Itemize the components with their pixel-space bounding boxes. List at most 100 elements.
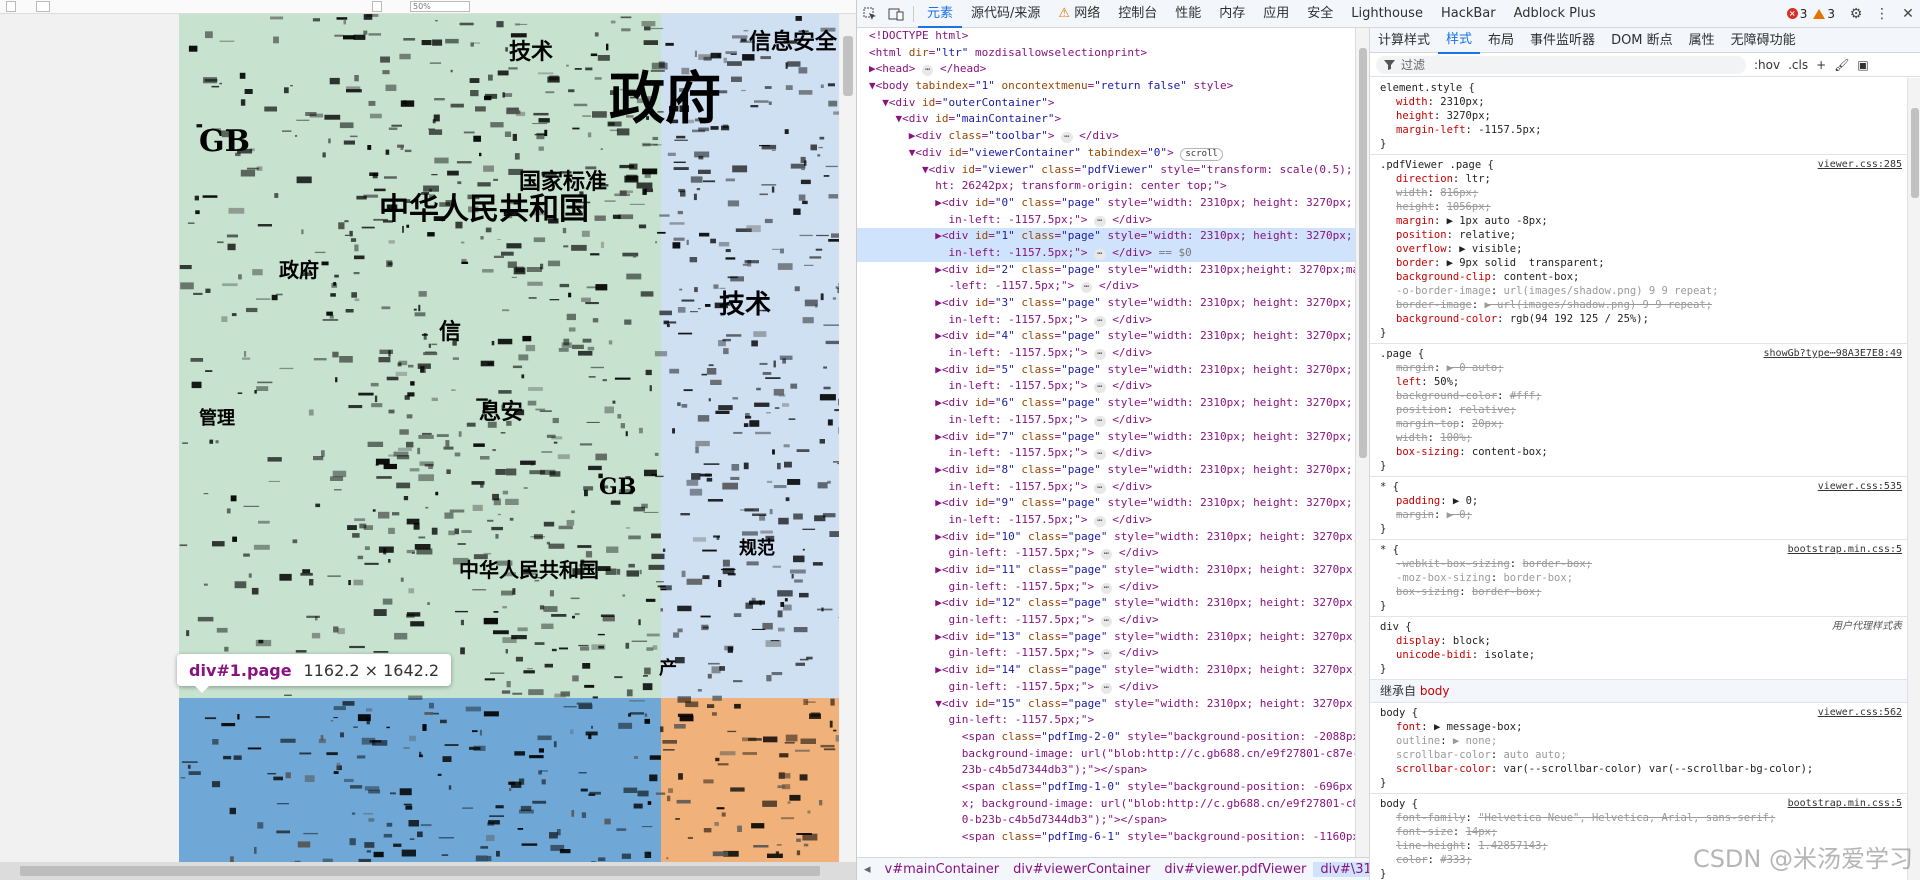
css-property[interactable]: font-size: 14px; bbox=[1380, 825, 1904, 839]
toggle-element-state-icon[interactable]: 🖌 bbox=[1834, 58, 1849, 72]
dom-node-line[interactable]: ▶<div id="3" class="page" style="width: … bbox=[857, 295, 1355, 312]
tab-4[interactable]: 性能 bbox=[1166, 0, 1210, 28]
css-property[interactable]: background-color: rgb(94 192 125 / 25%); bbox=[1380, 312, 1904, 326]
dom-node-line[interactable]: gin-left: -1157.5px;"> ⋯ </div> bbox=[857, 612, 1355, 629]
css-property[interactable]: margin-top: 20px; bbox=[1380, 417, 1904, 431]
css-property[interactable]: background-clip: content-box; bbox=[1380, 270, 1904, 284]
scroll-thumb[interactable] bbox=[843, 36, 853, 96]
tab-0[interactable]: 元素 bbox=[918, 0, 963, 28]
dom-node-line[interactable]: background-image: url("blob:http://c.gb6… bbox=[857, 746, 1355, 763]
scroll-thumb[interactable] bbox=[20, 866, 820, 876]
dom-node-line[interactable]: ▶<div id="1" class="page" style="width: … bbox=[857, 228, 1355, 245]
dom-node-line[interactable]: in-left: -1157.5px;"> ⋯ </div> bbox=[857, 512, 1355, 529]
dom-node-line[interactable]: ▶<div id="0" class="page" style="width: … bbox=[857, 195, 1355, 212]
filter-toggle[interactable]: :hov bbox=[1754, 58, 1780, 72]
style-rule[interactable]: .page {showGb?type⋯98A3E7E8:49 margin: ▶ … bbox=[1370, 344, 1908, 477]
css-property[interactable]: display: block; bbox=[1380, 634, 1904, 648]
dom-node-line[interactable]: ▶<div id="4" class="page" style="width: … bbox=[857, 328, 1355, 345]
css-property[interactable]: width: 100%; bbox=[1380, 431, 1904, 445]
dom-node-line[interactable]: ▶<div id="5" class="page" style="width: … bbox=[857, 362, 1355, 379]
dom-node-line[interactable]: in-left: -1157.5px;"> ⋯ </div> bbox=[857, 479, 1355, 496]
more-options-icon[interactable]: ⋮ bbox=[1869, 1, 1895, 27]
tab-7[interactable]: 安全 bbox=[1298, 0, 1342, 28]
style-rule[interactable]: * {viewer.css:535 padding: ▶ 0; margin: ▶ … bbox=[1370, 477, 1908, 540]
page-number-box[interactable] bbox=[36, 1, 50, 12]
sidebar-tab-2[interactable]: 布局 bbox=[1480, 28, 1522, 53]
dom-node-line[interactable]: in-left: -1157.5px;"> ⋯ </div> bbox=[857, 212, 1355, 229]
dom-node-line[interactable]: ▼<div id="viewerContainer" tabindex="0">… bbox=[857, 145, 1355, 162]
toolbar-toggle[interactable] bbox=[6, 1, 16, 12]
viewer-horizontal-scrollbar[interactable] bbox=[0, 862, 856, 880]
css-property[interactable]: box-sizing: content-box; bbox=[1380, 445, 1904, 459]
css-property[interactable]: width: 2310px; bbox=[1380, 95, 1904, 109]
sidebar-tab-4[interactable]: DOM 断点 bbox=[1603, 28, 1681, 53]
sidebar-tab-1[interactable]: 样式 bbox=[1438, 28, 1481, 54]
dom-node-line[interactable]: in-left: -1157.5px;"> ⋯ </div> == $0 bbox=[857, 244, 1355, 262]
sidebar-tab-5[interactable]: 属性 bbox=[1681, 28, 1723, 53]
dom-node-line[interactable]: gin-left: -1157.5px;"> ⋯ </div> bbox=[857, 545, 1355, 562]
dom-node-line[interactable]: ▶<div id="10" class="page" style="width:… bbox=[857, 529, 1355, 546]
css-property[interactable]: margin: ▶ 1px auto -8px; bbox=[1380, 214, 1904, 228]
tab-3[interactable]: 控制台 bbox=[1109, 0, 1166, 28]
dom-node-line[interactable]: ▼<div id="outerContainer"> bbox=[857, 95, 1355, 112]
dom-node-line[interactable]: ▶<div class="toolbar"> ⋯ </div> bbox=[857, 128, 1355, 145]
css-property[interactable]: -moz-box-sizing: border-box; bbox=[1380, 571, 1904, 585]
style-rule[interactable]: * {bootstrap.min.css:5 -webkit-box-sizing… bbox=[1370, 540, 1908, 617]
css-property[interactable]: box-sizing: border-box; bbox=[1380, 585, 1904, 599]
dom-node-line[interactable]: in-left: -1157.5px;"> ⋯ </div> bbox=[857, 445, 1355, 462]
css-property[interactable]: margin: ▶ 0 auto; bbox=[1380, 361, 1904, 375]
breadcrumb-left-arrow[interactable]: ◂ bbox=[857, 862, 878, 877]
css-property[interactable]: margin: ▶ 0; bbox=[1380, 508, 1904, 522]
css-property[interactable]: height: 3270px; bbox=[1380, 109, 1904, 123]
filter-input[interactable]: 过滤 bbox=[1376, 55, 1746, 74]
inspect-element-icon[interactable] bbox=[857, 1, 883, 27]
dom-node-line[interactable]: gin-left: -1157.5px;"> ⋯ </div> bbox=[857, 579, 1355, 596]
rule-source-link[interactable]: bootstrap.min.css:5 bbox=[1788, 543, 1902, 557]
dom-node-line[interactable]: -left: -1157.5px;"> ⋯ </div> bbox=[857, 278, 1355, 295]
device-toolbar-icon[interactable] bbox=[883, 1, 909, 27]
dom-node-line[interactable]: ▶<div id="6" class="page" style="width: … bbox=[857, 395, 1355, 412]
dom-node-line[interactable]: ▼<div id="viewer" class="pdfViewer" styl… bbox=[857, 162, 1355, 179]
dom-node-line[interactable]: ▶<div id="8" class="page" style="width: … bbox=[857, 462, 1355, 479]
dom-node-line[interactable]: ▶<div id="9" class="page" style="width: … bbox=[857, 495, 1355, 512]
dom-node-line[interactable]: <!DOCTYPE html> bbox=[857, 28, 1355, 45]
zoom-out-button[interactable] bbox=[372, 1, 382, 12]
style-rule[interactable]: body {viewer.css:562 font: ▶ message-box;… bbox=[1370, 703, 1908, 794]
css-property[interactable]: left: 50%; bbox=[1380, 375, 1904, 389]
elements-scrollbar[interactable] bbox=[1355, 28, 1369, 857]
css-property[interactable]: -o-border-image: url(images/shadow.png) … bbox=[1380, 284, 1904, 298]
tab-6[interactable]: 应用 bbox=[1254, 0, 1298, 28]
dom-node-line[interactable]: in-left: -1157.5px;"> ⋯ </div> bbox=[857, 312, 1355, 329]
css-property[interactable]: unicode-bidi: isolate; bbox=[1380, 648, 1904, 662]
dom-node-line[interactable]: ▶<div id="12" class="page" style="width:… bbox=[857, 595, 1355, 612]
styles-scrollbar[interactable] bbox=[1907, 78, 1920, 880]
error-badge[interactable]: × 3 bbox=[1786, 7, 1807, 21]
rule-source-link[interactable]: showGb?type⋯98A3E7E8:49 bbox=[1764, 347, 1902, 361]
dom-node-line[interactable]: ▶<head> ⋯ </head> bbox=[857, 61, 1355, 78]
css-property[interactable]: overflow: ▶ visible; bbox=[1380, 242, 1904, 256]
dom-node-line[interactable]: 0-b23b-c4b5d7344db3");"></span> bbox=[857, 812, 1355, 829]
dom-node-line[interactable]: <span class="pdfImg-6-1" style="backgrou… bbox=[857, 829, 1355, 846]
css-property[interactable]: font: ▶ message-box; bbox=[1380, 720, 1904, 734]
dom-node-line[interactable]: ▼<div id="15" class="page" style="width:… bbox=[857, 696, 1355, 713]
tab-5[interactable]: 内存 bbox=[1210, 0, 1254, 28]
zoom-select[interactable]: 50% bbox=[410, 1, 470, 12]
sidebar-tab-0[interactable]: 计算样式 bbox=[1370, 28, 1438, 53]
tab-9[interactable]: HackBar bbox=[1432, 0, 1505, 28]
style-rule[interactable]: element.style {width: 2310px; height: 327… bbox=[1370, 78, 1908, 155]
breadcrumb-item[interactable]: v#mainContainer bbox=[878, 862, 1007, 877]
css-property[interactable]: font-family: "Helvetica Neue", Helvetica… bbox=[1380, 811, 1904, 825]
rule-source-link[interactable]: viewer.css:285 bbox=[1818, 158, 1902, 172]
css-property[interactable]: scrollbar-color: auto auto; bbox=[1380, 748, 1904, 762]
dom-node-line[interactable]: <span class="pdfImg-2-0" style="backgrou… bbox=[857, 729, 1355, 746]
css-property[interactable]: scrollbar-color: var(--scrollbar-color) … bbox=[1380, 762, 1904, 776]
filter-toggle[interactable]: + bbox=[1816, 58, 1826, 72]
sidebar-tab-6[interactable]: 无障碍功能 bbox=[1723, 28, 1804, 53]
warning-badge[interactable]: 3 bbox=[1813, 7, 1835, 21]
scroll-thumb[interactable] bbox=[1359, 48, 1367, 458]
tab-10[interactable]: Adblock Plus bbox=[1505, 0, 1605, 28]
breadcrumb-item[interactable]: div#viewerContainer bbox=[1006, 862, 1157, 877]
sidebar-tab-3[interactable]: 事件监听器 bbox=[1522, 28, 1603, 53]
dom-node-line[interactable]: ▼<div id="mainContainer"> bbox=[857, 111, 1355, 128]
dom-node-line[interactable]: <span class="pdfImg-1-0" style="backgrou… bbox=[857, 779, 1355, 796]
